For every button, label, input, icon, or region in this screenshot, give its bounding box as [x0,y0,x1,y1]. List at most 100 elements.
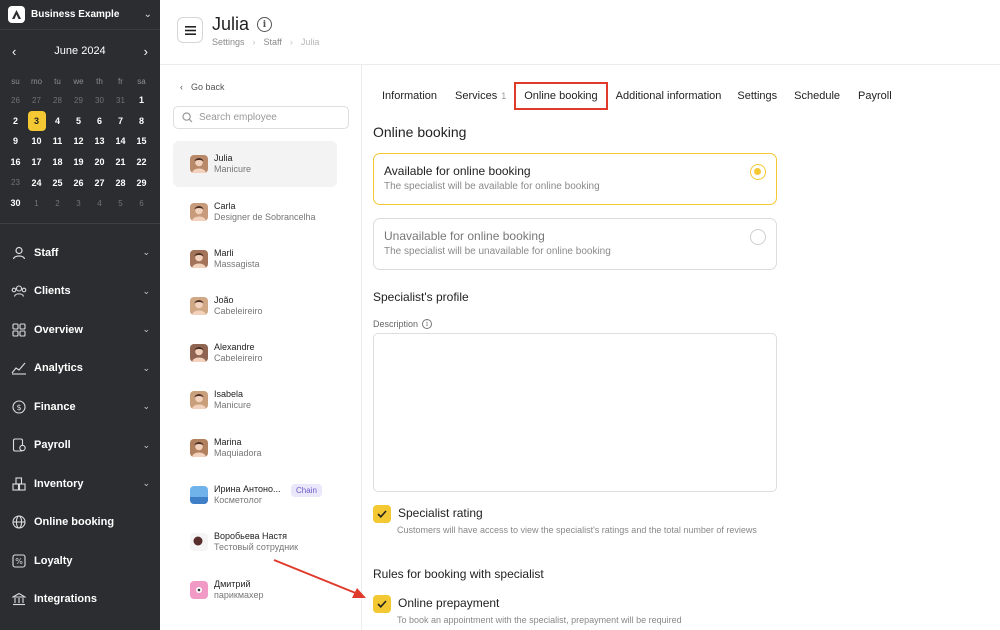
sidebar-item-analytics[interactable]: Analytics ⌄ [0,349,160,388]
employee-list-item[interactable]: Isabela Manicure [173,377,337,423]
calendar-day[interactable]: 6 [131,193,152,214]
calendar-day[interactable]: 6 [89,111,110,132]
employee-list-item[interactable]: Дмитрий парикмахер [173,567,337,613]
calendar-day[interactable]: 28 [47,90,68,111]
info-icon[interactable]: i [257,17,272,32]
prev-month-button[interactable]: ‹ [12,44,16,59]
calendar-day[interactable]: 4 [47,111,68,132]
tab-payroll[interactable]: Payroll [858,90,892,102]
calendar-day[interactable]: 12 [68,131,89,152]
employee-list-item[interactable]: Carla Designer de Sobrancelha [173,189,337,235]
breadcrumb-staff[interactable]: Staff [264,37,282,47]
calendar-day[interactable]: 28 [110,172,131,193]
employee-list-item[interactable]: Marli Massagista [173,236,337,282]
sidebar-item-payroll[interactable]: Payroll ⌄ [0,426,160,465]
specialist-rating-checkbox[interactable] [373,505,391,523]
calendar-day-label: 3 [27,110,46,131]
employee-list-item[interactable]: Воробьева Настя Тестовый сотрудник [173,519,337,565]
sidebar-item-integrations[interactable]: Integrations [0,580,160,619]
specialist-profile-heading: Specialist's profile [373,290,469,304]
calendar-day[interactable]: 20 [89,152,110,173]
online-prepayment-checkbox[interactable] [373,595,391,613]
calendar-day[interactable]: 24 [26,172,47,193]
info-icon[interactable]: i [422,319,433,329]
calendar-day[interactable]: 10 [26,131,47,152]
calendar-day[interactable]: 30 [89,90,110,111]
calendar-day[interactable]: 9 [5,131,26,152]
sidebar-item-label: Loyalty [34,554,73,567]
workspace-switcher[interactable]: Business Example ⌄ [0,0,160,30]
available-radio[interactable] [750,164,766,180]
calendar-day-label: 2 [12,115,18,126]
calendar-day[interactable]: 4 [89,193,110,214]
tab-services[interactable]: Services 1 [455,90,506,102]
unavailable-option-card[interactable]: Unavailable for online booking The speci… [373,218,777,270]
calendar-day-label: 7 [117,115,123,126]
sidebar-item-overview[interactable]: Overview ⌄ [0,311,160,350]
employee-role: Cabeleireiro [214,353,263,363]
tab-additional-information[interactable]: Additional information [616,90,722,102]
calendar-day[interactable]: 23 [5,172,26,193]
calendar-day[interactable]: 3 [68,193,89,214]
breadcrumb-settings[interactable]: Settings [212,37,245,47]
calendar-day[interactable]: 31 [110,90,131,111]
calendar-day[interactable]: 2 [47,193,68,214]
sidebar-item-clients[interactable]: Clients ⌄ [0,272,160,311]
employee-list-item[interactable]: Marina Maquiadora [173,425,337,471]
available-option-card[interactable]: Available for online booking The special… [373,153,777,205]
tab-schedule[interactable]: Schedule [794,90,840,102]
description-textarea[interactable] [373,333,777,492]
tab-information[interactable]: Information [382,90,437,102]
calendar-day[interactable]: 25 [47,172,68,193]
employee-text: João Cabeleireiro [214,295,263,317]
calendar-day[interactable]: 21 [110,152,131,173]
calendar-day[interactable]: 1 [26,193,47,214]
calendar-day[interactable]: 29 [68,90,89,111]
calendar-day-label: 28 [53,95,62,105]
go-back-link[interactable]: ‹ Go back [180,82,225,92]
calendar-day[interactable]: 17 [26,152,47,173]
calendar-day[interactable]: 19 [68,152,89,173]
calendar-day[interactable]: 15 [131,131,152,152]
menu-toggle-button[interactable] [177,17,203,43]
calendar-day-label: 9 [12,136,18,147]
calendar-day[interactable]: 3 [26,110,47,132]
calendar-day[interactable]: 14 [110,131,131,152]
sidebar-item-loyalty[interactable]: % Loyalty [0,542,160,581]
tab-settings[interactable]: Settings [737,90,777,102]
search-input[interactable] [199,112,339,123]
calendar-day[interactable]: 11 [47,131,68,152]
calendar-day[interactable]: 5 [68,111,89,132]
calendar-day-label: 5 [118,198,123,208]
calendar-day[interactable]: 27 [89,172,110,193]
calendar-day[interactable]: 26 [68,172,89,193]
calendar-day[interactable]: 16 [5,152,26,173]
chevron-down-icon: ⌄ [142,439,150,450]
employee-list-item[interactable]: Julia Manicure [173,141,337,187]
employee-name: Marli [214,248,234,258]
employee-list-item[interactable]: Ирина Антоно... Косметолог Chain [173,472,337,518]
tab-online-booking[interactable]: Online booking [514,82,608,110]
calendar-day[interactable]: 7 [110,111,131,132]
calendar-day[interactable]: 1 [131,90,152,111]
calendar-day[interactable]: 8 [131,111,152,132]
next-month-button[interactable]: › [144,44,148,59]
calendar-day[interactable]: 5 [110,193,131,214]
employee-list-item[interactable]: Alexandre Cabeleireiro [173,330,337,376]
calendar-day[interactable]: 29 [131,172,152,193]
sidebar-item-finance[interactable]: $ Finance ⌄ [0,388,160,427]
calendar-day[interactable]: 26 [5,90,26,111]
calendar-day[interactable]: 18 [47,152,68,173]
calendar-day[interactable]: 13 [89,131,110,152]
sidebar-item-inventory[interactable]: Inventory ⌄ [0,465,160,504]
sidebar-item-online-booking[interactable]: Online booking [0,503,160,542]
calendar-day[interactable]: 27 [26,90,47,111]
calendar-day[interactable]: 22 [131,152,152,173]
sidebar-item-staff[interactable]: Staff ⌄ [0,234,160,273]
calendar-day[interactable]: 2 [5,111,26,132]
search-icon [182,112,193,123]
weekday-label: fr [118,76,123,86]
unavailable-radio[interactable] [750,229,766,245]
calendar-day[interactable]: 30 [5,193,26,214]
employee-list-item[interactable]: João Cabeleireiro [173,283,337,329]
